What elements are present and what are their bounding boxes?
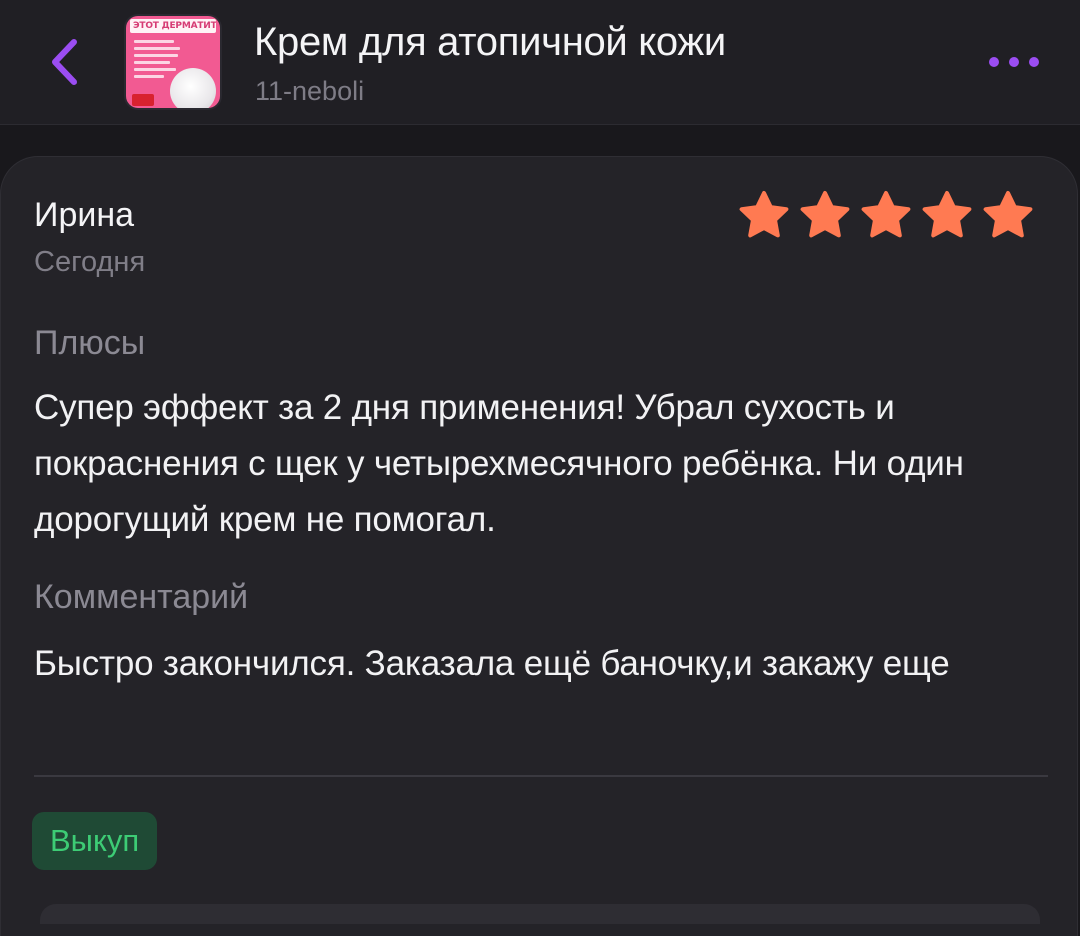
star-icon <box>922 191 972 238</box>
star-icon <box>739 191 789 238</box>
star-rating <box>736 188 1041 248</box>
star-icon <box>983 191 1033 238</box>
pros-label: Плюсы <box>34 324 146 362</box>
pros-text: Супер эффект за 2 дня применения! Убрал … <box>34 388 964 539</box>
more-options-button[interactable] <box>982 46 1046 78</box>
thumbnail-banner-text: ЭТОТ ДЕРМАТИТ <box>130 19 216 33</box>
comment-text: Быстро закончился. Заказала ещё баночку,… <box>34 644 950 683</box>
chevron-left-icon <box>52 39 77 85</box>
review-date: Сегодня <box>34 246 146 278</box>
seller-name[interactable]: 11-neboli <box>255 76 364 107</box>
next-card-edge <box>40 904 1040 924</box>
product-title[interactable]: Крем для атопичной кожи <box>254 20 726 65</box>
star-icon <box>800 191 850 238</box>
more-dots-icon <box>989 57 1039 67</box>
top-bar: ЭТОТ ДЕРМАТИТ Крем для атопичной кожи 11… <box>0 0 1080 125</box>
review-author: Ирина <box>34 196 135 234</box>
back-button[interactable] <box>40 34 88 90</box>
cream-jar-image <box>170 68 216 108</box>
purchase-badge: Выкуп <box>32 812 158 870</box>
star-icon <box>861 191 911 238</box>
divider <box>34 775 1048 777</box>
product-thumbnail[interactable]: ЭТОТ ДЕРМАТИТ <box>126 16 220 108</box>
thumbnail-sticker <box>132 94 154 106</box>
comment-label: Комментарий <box>34 578 249 616</box>
